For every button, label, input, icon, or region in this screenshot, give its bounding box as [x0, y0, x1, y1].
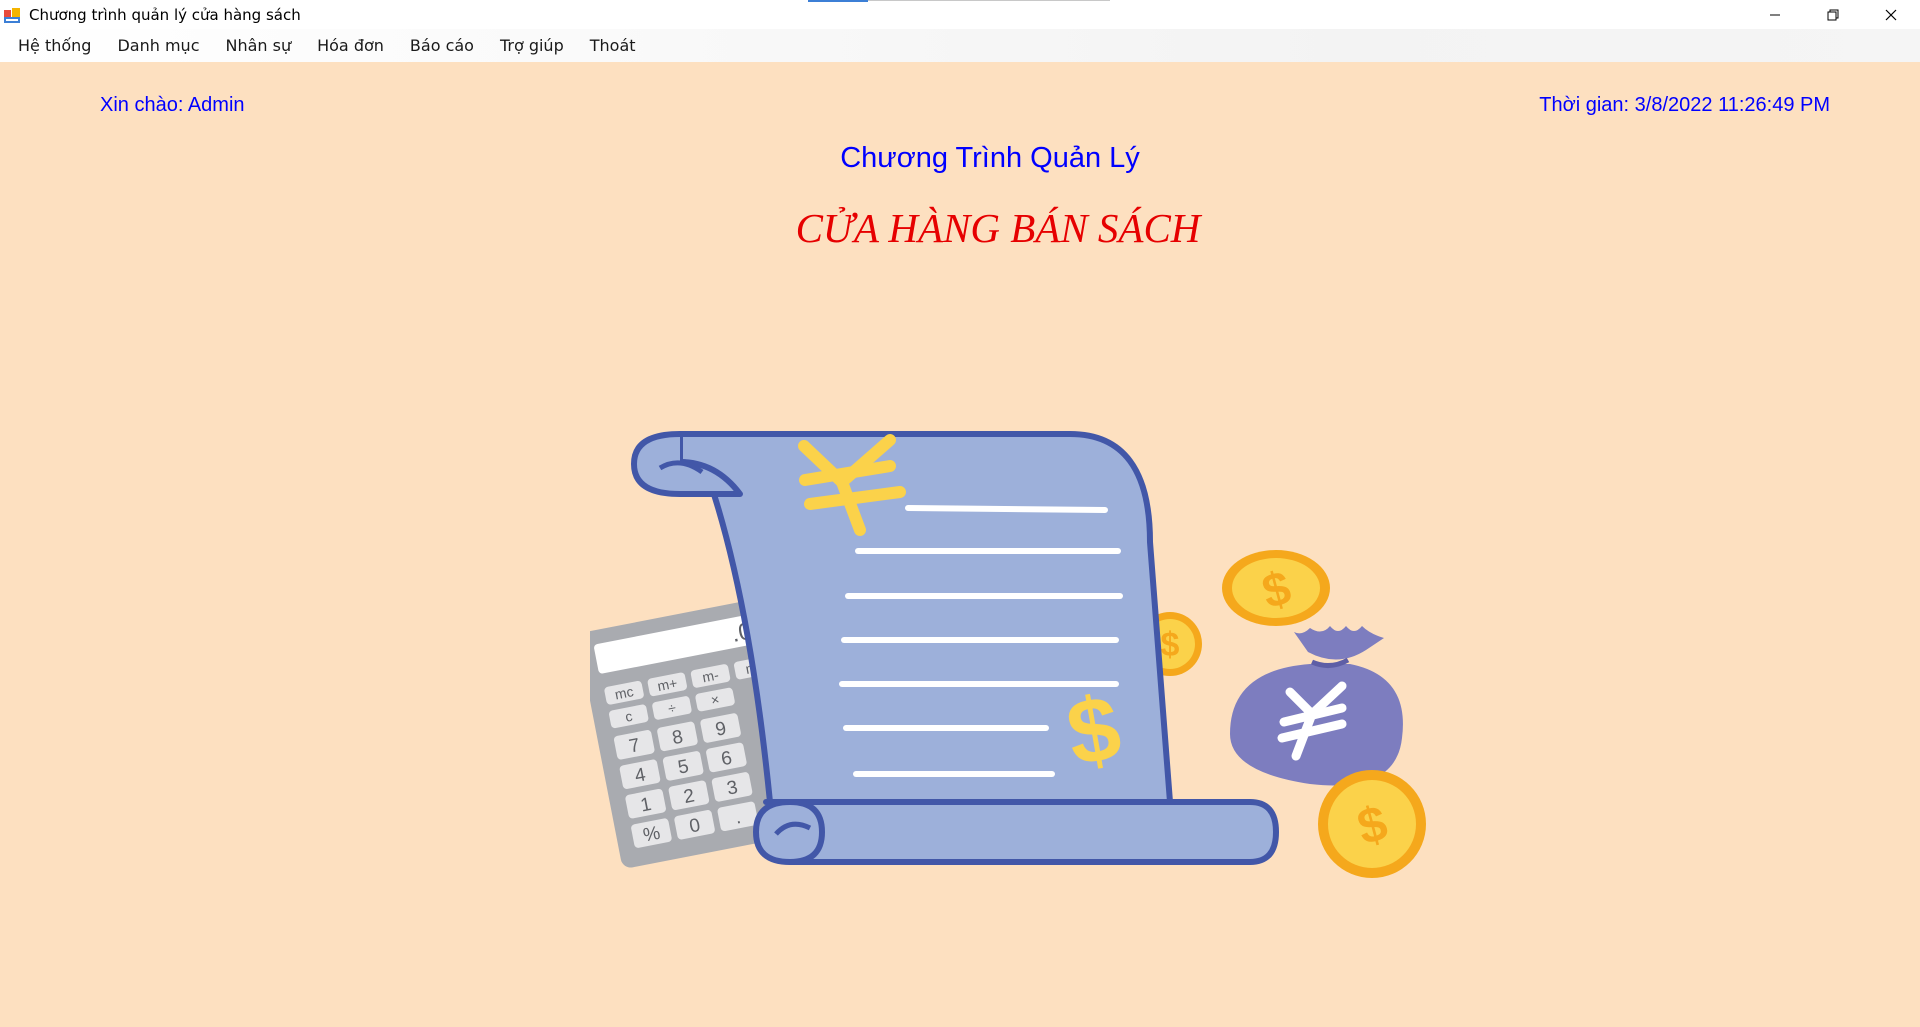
- coin-icon: $: [1222, 550, 1330, 626]
- clock-label: Thời gian: 3/8/2022 11:26:49 PM: [1539, 94, 1830, 116]
- menu-bar: Hệ thống Danh mục Nhân sự Hóa đơn Báo cá…: [0, 29, 1920, 62]
- titlebar-accent: [808, 0, 868, 2]
- restore-icon: [1827, 9, 1839, 20]
- menu-he-thong[interactable]: Hệ thống: [5, 29, 104, 62]
- restore-button[interactable]: [1804, 0, 1862, 29]
- main-content: Xin chào: Admin Thời gian: 3/8/2022 11:2…: [0, 62, 1920, 1027]
- menu-nhan-su[interactable]: Nhân sự: [212, 29, 304, 62]
- greeting-label: Xin chào: Admin: [100, 94, 245, 116]
- window-title: Chương trình quản lý cửa hàng sách: [29, 5, 301, 24]
- window-controls: [1746, 0, 1920, 29]
- svg-text:m-: m-: [701, 666, 720, 685]
- program-title: Chương Trình Quản Lý: [840, 142, 1140, 174]
- coin-icon: $: [1318, 770, 1426, 878]
- app-icon: [4, 7, 20, 23]
- store-title: CỬA HÀNG BÁN SÁCH: [795, 205, 1201, 251]
- receipt-illustration: .0 mc m+ m- mr c ÷ × 7 8 9 4 5 6 1 2 3: [590, 431, 1426, 878]
- window-titlebar: Chương trình quản lý cửa hàng sách: [0, 0, 1920, 29]
- close-button[interactable]: [1862, 0, 1920, 29]
- svg-text:$: $: [1161, 626, 1180, 664]
- menu-thoat[interactable]: Thoát: [577, 29, 649, 62]
- titlebar-divider: [868, 0, 1110, 1]
- menu-hoa-don[interactable]: Hóa đơn: [304, 29, 397, 62]
- money-bag-icon: [1230, 626, 1403, 786]
- minimize-icon: [1770, 14, 1780, 15]
- minimize-button[interactable]: [1746, 0, 1804, 29]
- menu-danh-muc[interactable]: Danh mục: [104, 29, 212, 62]
- close-icon: [1885, 9, 1897, 20]
- menu-bao-cao[interactable]: Báo cáo: [397, 29, 487, 62]
- menu-tro-giup[interactable]: Trợ giúp: [487, 29, 577, 62]
